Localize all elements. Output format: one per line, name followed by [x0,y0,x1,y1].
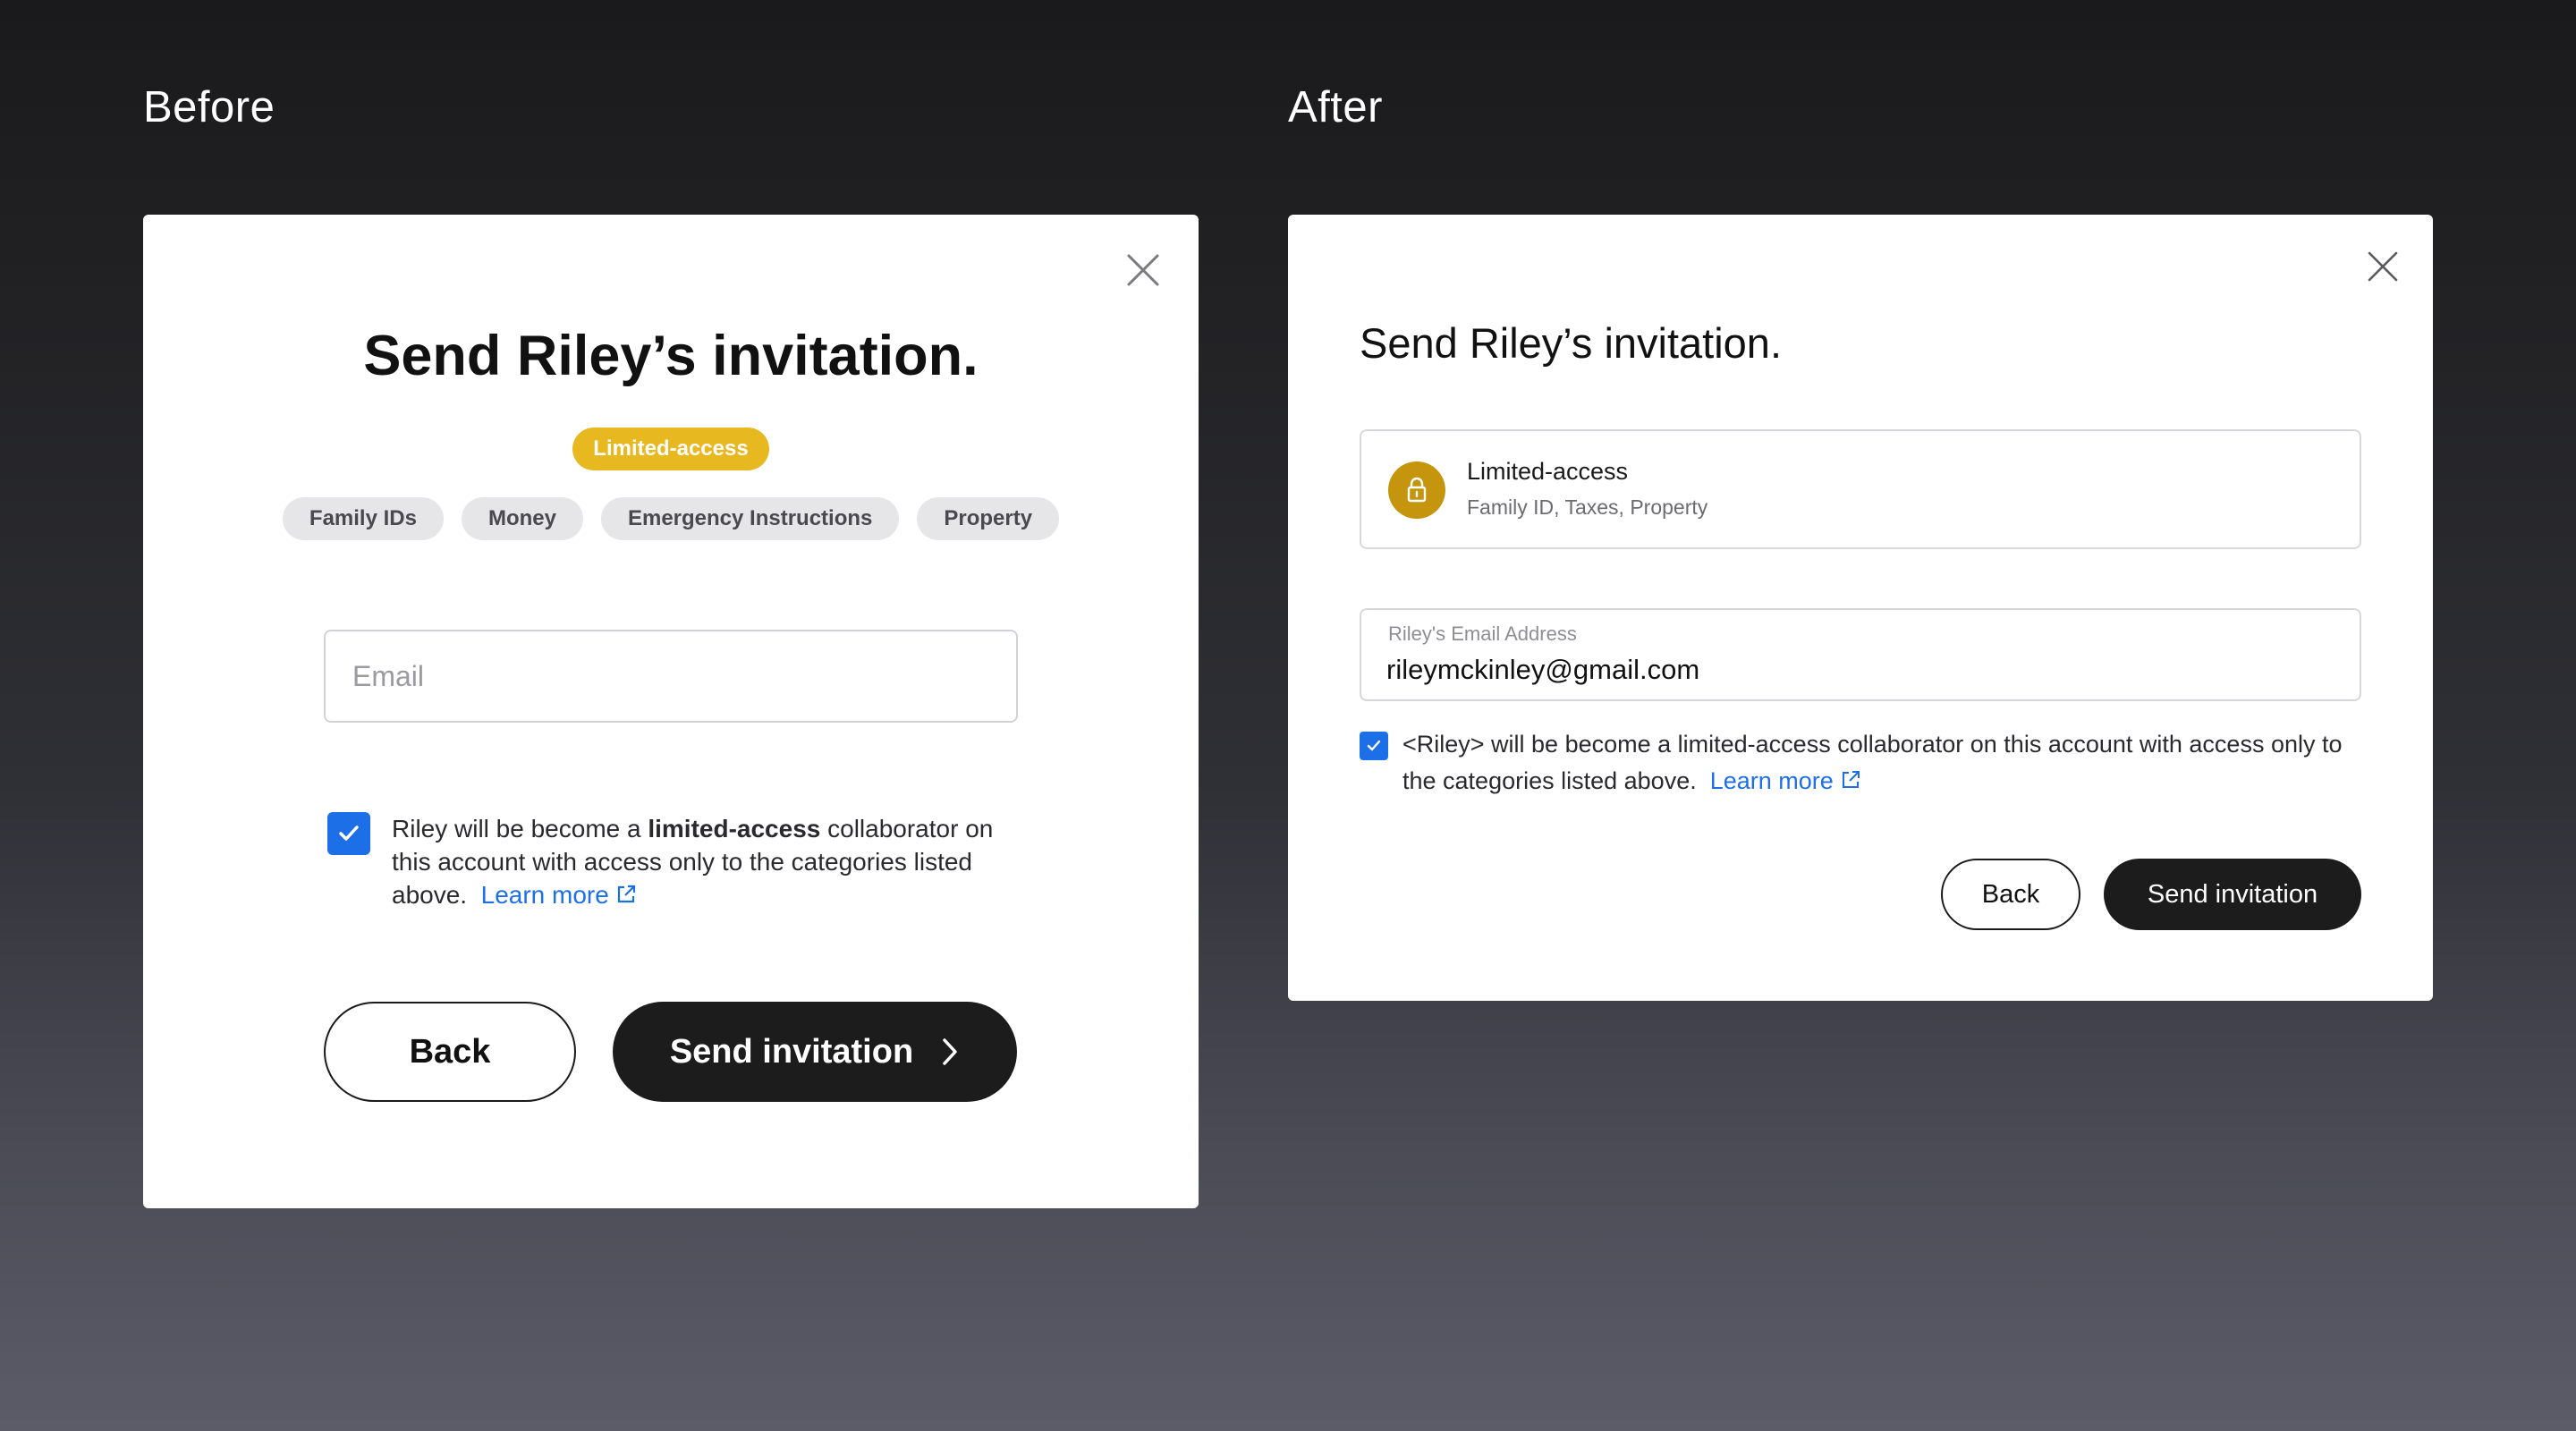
consent-checkbox[interactable] [327,812,370,855]
send-invitation-button[interactable]: Send invitation [2104,859,2361,930]
learn-more-label: Learn more [480,881,609,909]
close-button[interactable] [1125,252,1161,288]
send-invitation-button[interactable]: Send invitation [613,1002,1017,1102]
learn-more-label: Learn more [1709,767,1834,794]
consent-text-bold: limited-access [648,815,821,843]
close-button[interactable] [2367,250,2399,283]
consent-text: <Riley> will be become a limited-access … [1402,726,2377,800]
category-chip-emergency-instructions: Emergency Instructions [600,497,900,540]
before-invitation-dialog: Send Riley’s invitation. Limited-access … [143,215,1199,1208]
lock-icon [1388,461,1445,519]
access-level-card: Limited-access Family ID, Taxes, Propert… [1360,429,2361,549]
email-field-label: Riley's Email Address [1388,622,1577,645]
before-label: Before [143,83,275,131]
access-level-categories: Family ID, Taxes, Property [1467,495,1708,519]
back-button[interactable]: Back [324,1002,576,1102]
close-icon [1127,254,1159,286]
email-input[interactable] [1386,649,2334,690]
chevron-right-icon [943,1038,957,1065]
checkmark-icon [1367,740,1381,751]
after-invitation-dialog: Send Riley’s invitation. Limited-access … [1288,215,2433,1001]
learn-more-link[interactable]: Learn more [481,881,638,909]
external-link-icon [1842,771,1860,788]
access-level-badge: Limited-access [572,428,769,470]
checkmark-icon [339,826,359,841]
learn-more-link[interactable]: Learn more [1710,767,1862,794]
email-input[interactable] [324,630,1018,723]
dialog-title: Send Riley’s invitation. [363,325,979,387]
category-chips: Family IDs Money Emergency Instructions … [143,497,1199,540]
consent-text: Riley will be become a limited-access co… [392,812,1036,911]
back-button[interactable]: Back [1941,859,2080,930]
send-invitation-label: Send invitation [669,1032,914,1071]
category-chip-property: Property [917,497,1060,540]
consent-checkbox[interactable] [1360,732,1388,760]
email-field[interactable]: Riley's Email Address [1360,608,2361,701]
category-chip-family-ids: Family IDs [282,497,444,540]
category-chip-money: Money [461,497,583,540]
close-icon [2368,251,2398,282]
external-link-icon [617,885,635,903]
access-level-title: Limited-access [1467,458,1629,485]
dialog-title: Send Riley’s invitation. [1360,319,1782,367]
after-label: After [1288,83,1383,131]
consent-text-prefix: Riley will be become a [392,815,648,843]
consent-text-body: <Riley> will be become a limited-access … [1402,731,2343,794]
